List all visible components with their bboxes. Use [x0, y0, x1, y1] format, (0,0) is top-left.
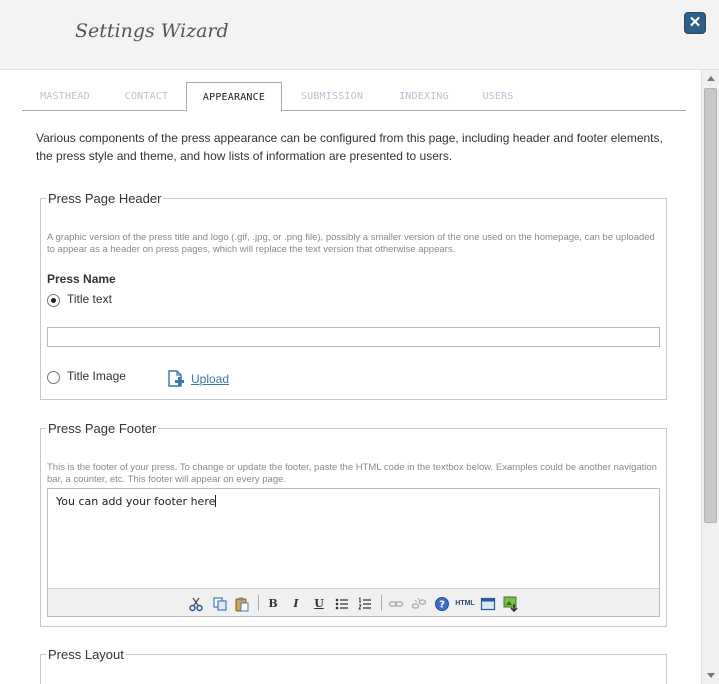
tab-appearance[interactable]: APPEARANCE [186, 82, 282, 112]
help-icon[interactable]: ? [434, 596, 450, 612]
press-page-header-section: Press Page Header A graphic version of t… [40, 191, 667, 400]
tab-masthead[interactable]: MASTHEAD [22, 82, 108, 111]
appearance-intro-text: Various components of the press appearan… [36, 131, 663, 163]
radio-selected-dot [51, 298, 56, 303]
link-icon[interactable] [388, 596, 404, 612]
settings-wizard-dialog: Settings Wizard ✕ MASTHEAD CONTACT APPEA… [0, 0, 719, 684]
scroll-thumb[interactable] [704, 88, 717, 523]
tab-indexing[interactable]: INDEXING [384, 82, 464, 111]
underline-button[interactable]: U [311, 596, 327, 612]
dialog-titlebar: Settings Wizard ✕ [0, 0, 719, 70]
cut-icon[interactable] [188, 596, 204, 612]
close-button[interactable]: ✕ [684, 12, 706, 34]
footer-rich-text-editor[interactable]: You can add your footer here B I U ? HTM… [47, 488, 660, 617]
scroll-down-arrow-icon[interactable] [707, 673, 715, 678]
title-text-radio[interactable] [47, 294, 60, 307]
press-page-footer-legend: Press Page Footer [48, 421, 157, 436]
tab-submission[interactable]: SUBMISSION [284, 82, 380, 111]
text-caret [215, 495, 217, 507]
title-text-input[interactable] [47, 327, 660, 347]
html-source-button[interactable]: HTML [453, 596, 477, 612]
press-page-header-description: A graphic version of the press title and… [47, 232, 655, 255]
press-name-label: Press Name [47, 272, 116, 286]
press-page-footer-section: Press Page Footer This is the footer of … [40, 421, 667, 627]
wizard-tabs: MASTHEAD CONTACT APPEARANCE SUBMISSION I… [22, 82, 686, 112]
fullscreen-icon[interactable] [480, 596, 496, 612]
title-image-radio[interactable] [47, 371, 60, 384]
svg-text:?: ? [439, 600, 445, 611]
toolbar-separator [381, 595, 382, 611]
press-page-header-legend: Press Page Header [48, 191, 162, 206]
press-layout-section: Press Layout [40, 647, 667, 684]
insert-image-icon[interactable] [503, 596, 519, 612]
dialog-title: Settings Wizard [75, 20, 229, 42]
upload-file-icon[interactable] [166, 369, 186, 389]
dialog-scrollbar[interactable] [701, 70, 719, 684]
numbered-list-icon[interactable] [357, 596, 373, 612]
upload-link[interactable]: Upload [191, 372, 229, 386]
title-image-option-label: Title Image [67, 369, 126, 383]
bold-button[interactable]: B [265, 596, 281, 612]
paste-icon[interactable] [234, 596, 250, 612]
title-text-option-label: Title text [67, 292, 112, 306]
tab-contact[interactable]: CONTACT [108, 82, 185, 111]
toolbar-separator [258, 595, 259, 611]
tab-users[interactable]: USERS [468, 82, 528, 111]
footer-editor-content[interactable]: You can add your footer here [56, 495, 217, 508]
bullet-list-icon[interactable] [334, 596, 350, 612]
press-layout-legend: Press Layout [48, 647, 124, 662]
copy-icon[interactable] [212, 596, 228, 612]
unlink-icon[interactable] [411, 596, 427, 612]
italic-button[interactable]: I [288, 596, 304, 612]
press-page-footer-description: This is the footer of your press. To cha… [47, 462, 657, 485]
editor-toolbar: B I U ? HTML [48, 588, 659, 616]
close-icon: ✕ [688, 14, 702, 31]
scroll-up-arrow-icon[interactable] [707, 76, 715, 81]
